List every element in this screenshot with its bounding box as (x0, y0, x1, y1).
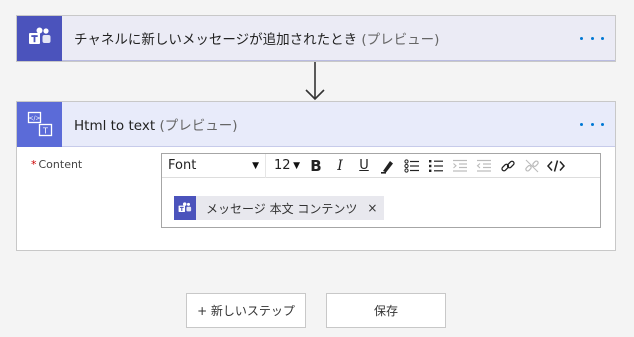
link-icon (501, 160, 515, 171)
chevron-down-icon: ▼ (293, 160, 300, 171)
italic-button[interactable]: I (328, 154, 352, 178)
insert-link-button[interactable] (496, 154, 520, 178)
save-label: 保存 (373, 304, 398, 318)
unlink-icon (525, 159, 539, 172)
remove-link-button[interactable] (520, 154, 544, 178)
chevron-down-icon: ▼ (252, 160, 259, 171)
bulleted-list-button[interactable] (400, 154, 424, 178)
action-preview-tag: (プレビュー) (159, 118, 238, 134)
increase-indent-icon (453, 159, 467, 172)
html-to-text-icon: </> T (17, 101, 62, 147)
action-title: Html to text (プレビュー) (74, 114, 237, 134)
font-size-value: 12 (274, 158, 291, 173)
svg-text:</>: </> (28, 115, 40, 122)
trigger-card-header[interactable]: チャネルに新しいメッセージが追加されたとき (プレビュー) (17, 15, 615, 61)
decrease-indent-button[interactable] (472, 154, 496, 178)
content-rich-text-editor[interactable]: Font ▼ 12 ▼ B I U メッセージ 本文 コンテンツ × (161, 153, 601, 228)
action-card-body: * Content Font ▼ 12 ▼ B I U メッセージ 本文 コンテ… (17, 147, 615, 250)
action-card-header[interactable]: </> T Html to text (プレビュー) (17, 101, 615, 147)
token-label: メッセージ 本文 コンテンツ (206, 201, 358, 216)
trigger-title: チャネルに新しいメッセージが追加されたとき (プレビュー) (74, 28, 439, 48)
bulleted-list-icon (404, 158, 419, 173)
font-family-dropdown[interactable]: Font ▼ (162, 153, 266, 178)
highlight-color-button[interactable] (376, 154, 400, 178)
trigger-title-text: チャネルに新しいメッセージが追加されたとき (74, 32, 358, 48)
dot-icon (601, 36, 604, 40)
new-step-button[interactable]: + 新しいステップ (186, 293, 306, 328)
dot-icon (590, 36, 594, 40)
numbered-list-button[interactable] (424, 154, 448, 178)
italic-icon: I (337, 157, 343, 174)
dot-icon (580, 122, 583, 126)
editor-toolbar: Font ▼ 12 ▼ B I U (162, 153, 600, 178)
trigger-preview-tag: (プレビュー) (361, 32, 440, 48)
action-title-text: Html to text (74, 118, 156, 134)
down-arrow-icon (305, 62, 325, 101)
trigger-card[interactable]: チャネルに新しいメッセージが追加されたとき (プレビュー) (16, 15, 616, 62)
bold-icon: B (310, 156, 322, 175)
bold-button[interactable]: B (304, 154, 328, 178)
dot-icon (601, 122, 604, 126)
content-field-label: * Content (31, 158, 82, 171)
font-family-value: Font (168, 158, 197, 173)
increase-indent-button[interactable] (448, 154, 472, 178)
content-label-text: Content (38, 158, 83, 171)
action-more-options-button[interactable] (577, 114, 607, 134)
font-size-dropdown[interactable]: 12 ▼ (266, 154, 304, 178)
dynamic-content-token[interactable]: メッセージ 本文 コンテンツ × (174, 196, 384, 220)
decrease-indent-icon (476, 159, 491, 172)
dot-icon (590, 122, 594, 126)
action-card[interactable]: </> T Html to text (プレビュー) * Content Font… (16, 101, 616, 251)
dot-icon (580, 36, 583, 40)
svg-text:T: T (42, 127, 48, 136)
trigger-more-options-button[interactable] (577, 28, 607, 48)
numbered-list-icon (429, 159, 443, 172)
token-remove-button[interactable]: × (367, 201, 377, 215)
save-button[interactable]: 保存 (326, 293, 446, 328)
highlighter-icon (381, 160, 393, 174)
code-view-button[interactable] (544, 154, 568, 178)
required-marker: * (31, 158, 37, 171)
new-step-label: + 新しいステップ (197, 304, 295, 318)
code-icon (547, 159, 565, 172)
underline-icon: U (359, 158, 369, 173)
teams-icon (174, 196, 196, 220)
teams-icon (17, 15, 62, 61)
underline-button[interactable]: U (352, 154, 376, 178)
